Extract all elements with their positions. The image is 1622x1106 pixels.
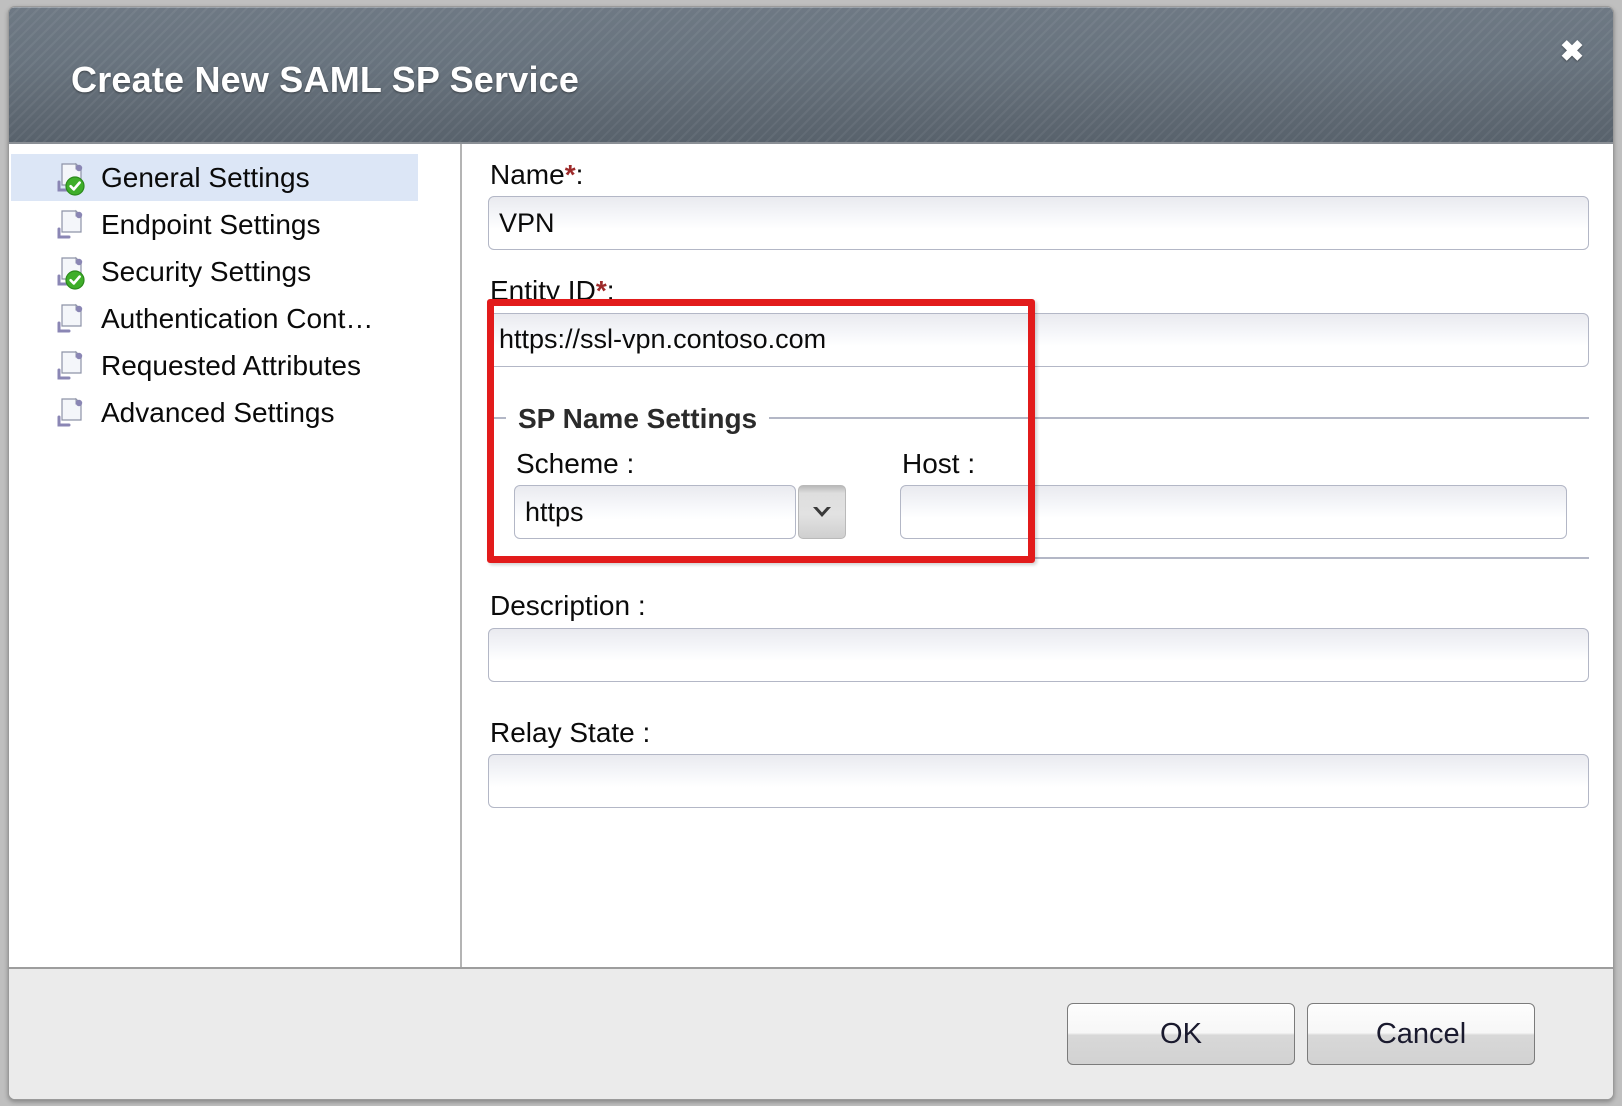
- fieldset-bottom-border: [490, 557, 1589, 559]
- titlebar-highlight: [9, 7, 1613, 8]
- entity-id-field-group: Entity ID*:: [488, 276, 1589, 366]
- description-field-group: Description :: [488, 591, 1589, 681]
- name-label-text: Name: [490, 159, 565, 190]
- document-icon: [55, 207, 89, 243]
- sp-name-settings-legend: SP Name Settings: [506, 403, 769, 435]
- document-icon: [55, 301, 89, 337]
- sidebar-item-label: Requested Attributes: [101, 352, 361, 380]
- create-saml-sp-service-dialog: Create New SAML SP Service ✖: [8, 6, 1614, 1100]
- host-input[interactable]: [900, 485, 1567, 539]
- sidebar-item-advanced-settings[interactable]: Advanced Settings: [11, 389, 418, 436]
- scheme-select[interactable]: https: [514, 485, 846, 539]
- relay-state-field-group: Relay State :: [488, 718, 1589, 808]
- name-label-colon: :: [576, 159, 584, 190]
- required-asterisk: *: [596, 275, 607, 306]
- sidebar-item-requested-attributes[interactable]: Requested Attributes: [11, 342, 418, 389]
- dialog-footer: OK Cancel: [9, 967, 1613, 1099]
- document-icon: [55, 395, 89, 431]
- host-field-group: Host :: [900, 449, 1589, 539]
- scheme-field-group: Scheme : https: [514, 449, 846, 539]
- ok-button[interactable]: OK: [1067, 1003, 1295, 1065]
- name-input[interactable]: [488, 196, 1589, 250]
- scheme-label: Scheme :: [516, 449, 846, 478]
- relay-state-input[interactable]: [488, 754, 1589, 808]
- entity-id-label-colon: :: [607, 275, 615, 306]
- sidebar-item-label: General Settings: [101, 164, 310, 192]
- sidebar-item-label: Endpoint Settings: [101, 211, 321, 239]
- dialog-body: General Settings Endpoint Settings: [9, 144, 1613, 967]
- sidebar-item-authentication-context[interactable]: Authentication Cont…: [11, 295, 418, 342]
- entity-id-label-text: Entity ID: [490, 275, 596, 306]
- sidebar-item-endpoint-settings[interactable]: Endpoint Settings: [11, 201, 418, 248]
- document-check-icon: [55, 254, 89, 290]
- dialog-title: Create New SAML SP Service: [71, 59, 579, 101]
- required-asterisk: *: [565, 159, 576, 190]
- entity-id-label: Entity ID*:: [490, 276, 1589, 305]
- settings-sidebar: General Settings Endpoint Settings: [9, 144, 462, 967]
- host-label: Host :: [902, 449, 1567, 478]
- document-icon: [55, 348, 89, 384]
- general-settings-panel: Name*: Entity ID*: SP Name Settings Sche: [462, 144, 1613, 967]
- sidebar-item-general-settings[interactable]: General Settings: [11, 154, 418, 201]
- sp-name-settings-group: SP Name Settings Scheme : https: [490, 403, 1589, 559]
- sidebar-item-label: Advanced Settings: [101, 399, 335, 427]
- relay-state-label: Relay State :: [490, 718, 1589, 747]
- sidebar-item-security-settings[interactable]: Security Settings: [11, 248, 418, 295]
- cancel-button[interactable]: Cancel: [1307, 1003, 1535, 1065]
- sidebar-item-label: Authentication Cont…: [101, 305, 373, 333]
- description-input[interactable]: [488, 628, 1589, 682]
- document-check-icon: [55, 160, 89, 196]
- name-label: Name*:: [490, 160, 1589, 189]
- scheme-select-value[interactable]: https: [514, 485, 796, 539]
- chevron-down-icon[interactable]: [798, 485, 846, 539]
- close-icon[interactable]: ✖: [1553, 33, 1591, 71]
- description-label: Description :: [490, 591, 1589, 620]
- sp-name-settings-body: Scheme : https Host :: [490, 435, 1589, 539]
- sidebar-item-label: Security Settings: [101, 258, 311, 286]
- screen-root: Create New SAML SP Service ✖: [0, 0, 1622, 1106]
- name-field-group: Name*:: [488, 160, 1589, 250]
- dialog-titlebar: Create New SAML SP Service ✖: [9, 7, 1613, 144]
- entity-id-input[interactable]: [488, 313, 1589, 367]
